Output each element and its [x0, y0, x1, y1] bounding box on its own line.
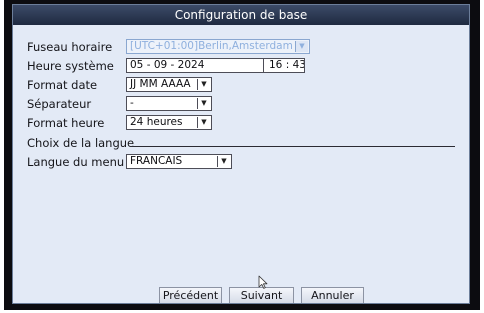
previous-button[interactable]: Précédent: [159, 287, 222, 303]
chevron-down-icon[interactable]: ▼: [197, 79, 210, 90]
system-date-value[interactable]: 05 - 09 - 2024: [130, 59, 204, 71]
datetime-divider: [263, 59, 264, 72]
system-time-field[interactable]: 05 - 09 - 2024 16 : 43 : 23: [126, 58, 305, 73]
time-format-value: 24 heures: [130, 116, 183, 128]
separator-value: -: [130, 97, 134, 109]
next-button[interactable]: Suivant: [229, 287, 294, 303]
system-time-value[interactable]: 16 : 43 : 23: [269, 59, 304, 72]
language-section-heading: Choix de la langue: [27, 136, 135, 150]
monitor-screen: Configuration de base Fuseau horaire [UT…: [4, 0, 480, 310]
menu-language-select[interactable]: FRANCAIS ▼: [126, 154, 232, 169]
date-format-value: JJ MM AAAA: [130, 78, 191, 90]
mouse-pointer-icon: [258, 275, 268, 289]
section-divider: [130, 146, 455, 147]
separator-label: Séparateur: [27, 97, 92, 111]
timezone-select[interactable]: [UTC+01:00]Berlin,Amsterdam ▼: [126, 39, 310, 54]
chevron-down-icon[interactable]: ▼: [295, 41, 308, 52]
menu-language-label: Langue du menu: [27, 155, 125, 169]
menu-language-value: FRANCAIS: [130, 155, 183, 167]
date-format-label: Format date: [27, 78, 98, 92]
basic-config-dialog: Configuration de base Fuseau horaire [UT…: [12, 4, 470, 304]
chevron-down-icon[interactable]: ▼: [217, 156, 230, 167]
chevron-down-icon[interactable]: ▼: [197, 98, 210, 109]
time-format-select[interactable]: 24 heures ▼: [126, 115, 212, 130]
separator-select[interactable]: - ▼: [126, 96, 212, 111]
chevron-down-icon[interactable]: ▼: [197, 117, 210, 128]
time-format-label: Format heure: [27, 116, 105, 130]
timezone-label: Fuseau horaire: [27, 40, 113, 54]
dialog-title: Configuration de base: [13, 5, 469, 25]
system-time-label: Heure système: [27, 59, 114, 73]
date-format-select[interactable]: JJ MM AAAA ▼: [126, 77, 212, 92]
cancel-button[interactable]: Annuler: [301, 287, 364, 303]
timezone-value: [UTC+01:00]Berlin,Amsterdam: [130, 40, 293, 52]
